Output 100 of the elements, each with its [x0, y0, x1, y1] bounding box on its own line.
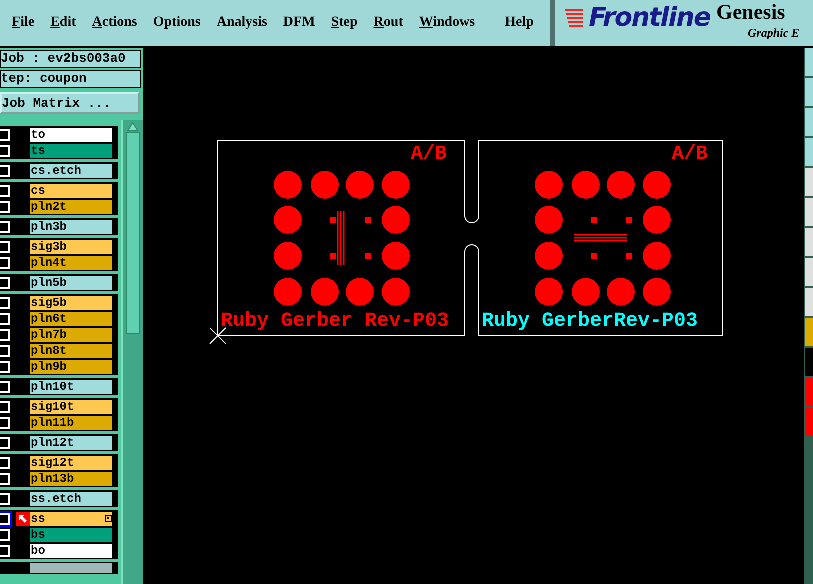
via	[365, 217, 371, 223]
job-matrix-button[interactable]: Job Matrix ...	[0, 92, 140, 114]
step-label: tep: coupon	[0, 70, 141, 88]
board-caption: Ruby Gerber Rev-P03	[221, 311, 450, 333]
layer-name[interactable]: pln4t	[30, 256, 112, 270]
pad	[535, 206, 563, 234]
layer-name[interactable]: bo	[30, 544, 112, 558]
layer-checkbox[interactable]	[0, 164, 10, 176]
layer-checkbox[interactable]	[0, 436, 10, 448]
layer-checkbox[interactable]	[0, 240, 10, 252]
layer-name[interactable]: ss.etch	[30, 492, 112, 506]
layer-checkbox[interactable]	[0, 344, 10, 356]
pad	[382, 206, 410, 234]
layer-checkbox[interactable]	[0, 312, 10, 324]
pad	[572, 171, 600, 199]
pad	[535, 171, 563, 199]
menu-item[interactable]: Actions	[84, 15, 146, 31]
layer-name[interactable]: pln2t	[30, 200, 112, 214]
layer-name[interactable]: to	[30, 128, 112, 142]
layer-name[interactable]: pln6t	[30, 312, 112, 326]
pad	[643, 206, 671, 234]
board-marking: A/B	[411, 144, 448, 166]
layer-checkbox[interactable]	[0, 456, 10, 468]
layer-name[interactable]: pln13b	[30, 472, 112, 486]
pad	[643, 278, 671, 306]
job-label: Job : ev2bs003a0	[0, 50, 141, 68]
pad	[382, 171, 410, 199]
layer-name[interactable]: cs	[30, 184, 112, 198]
layer-checkbox[interactable]	[0, 544, 10, 556]
layer-name[interactable]: pln10t	[30, 380, 112, 394]
layer-name[interactable]: pln8t	[30, 344, 112, 358]
layer-checkbox[interactable]	[0, 400, 10, 412]
layer-checkbox[interactable]	[0, 416, 10, 428]
scrollbar[interactable]	[121, 120, 143, 584]
layer-checkbox[interactable]	[0, 328, 10, 340]
pad	[643, 171, 671, 199]
layer-checkbox[interactable]	[0, 296, 10, 308]
layer-checkbox[interactable]	[0, 220, 10, 232]
layer-name[interactable]: ss	[30, 512, 112, 526]
layer-name[interactable]: cs.etch	[30, 164, 112, 178]
menu-item[interactable]: DFM	[275, 15, 324, 31]
layer-checkbox[interactable]	[0, 512, 10, 524]
pad	[346, 278, 374, 306]
pad	[274, 242, 302, 270]
product-subtitle: Graphic E	[748, 26, 800, 41]
layer-checkbox[interactable]	[0, 528, 10, 540]
pad	[382, 242, 410, 270]
layer-name[interactable]: sig3b	[30, 240, 112, 254]
pad	[572, 278, 600, 306]
pad	[274, 206, 302, 234]
via	[591, 253, 597, 259]
speed-lines-icon	[563, 8, 583, 30]
layer-name[interactable]: ts	[30, 144, 112, 158]
via	[626, 217, 632, 223]
pad	[274, 278, 302, 306]
up-arrow-icon[interactable]	[127, 122, 139, 132]
pad	[274, 171, 302, 199]
layer-name[interactable]: pln7b	[30, 328, 112, 342]
layer-checkbox[interactable]	[0, 380, 10, 392]
menu-item[interactable]: Windows	[411, 15, 484, 31]
menu-item[interactable]: Help	[497, 15, 542, 31]
menu-item[interactable]: Analysis	[208, 15, 276, 31]
layer-checkbox[interactable]	[0, 144, 10, 156]
layer-name[interactable]: bs	[30, 528, 112, 542]
layer-name[interactable]: pln11b	[30, 416, 112, 430]
layer-checkbox[interactable]	[0, 184, 10, 196]
grid-icon	[105, 515, 112, 522]
layer-checkbox[interactable]	[0, 128, 10, 140]
layer-checkbox[interactable]	[0, 276, 10, 288]
layer-checkbox[interactable]	[0, 256, 10, 268]
brand-logo: Frontline	[589, 3, 710, 33]
pad	[311, 171, 339, 199]
menu-item[interactable]: File	[4, 15, 43, 31]
menu-item[interactable]: Options	[145, 15, 209, 31]
layer-checkbox[interactable]	[0, 492, 10, 504]
product-name: Genesis	[716, 0, 786, 25]
layer-checkbox[interactable]	[0, 472, 10, 484]
via	[330, 253, 336, 259]
pad	[535, 278, 563, 306]
menu-item[interactable]: Step	[323, 15, 366, 31]
layer-name[interactable]: pln3b	[30, 220, 112, 234]
board-caption: Ruby GerberRev-P03	[482, 311, 698, 333]
menu-item[interactable]: Rout	[366, 15, 412, 31]
layer-name[interactable]: pln5b	[30, 276, 112, 290]
pad	[607, 278, 635, 306]
layer-checkbox[interactable]	[0, 360, 10, 372]
pad	[643, 242, 671, 270]
layer-name[interactable]: sig12t	[30, 456, 112, 470]
menu-item[interactable]: Edit	[42, 15, 84, 31]
layer-name[interactable]: pln12t	[30, 436, 112, 450]
layer-checkbox[interactable]	[0, 200, 10, 212]
layer-name[interactable]: pln9b	[30, 360, 112, 374]
pad	[535, 242, 563, 270]
pad	[607, 171, 635, 199]
via	[365, 253, 371, 259]
board-marking: A/B	[672, 144, 708, 166]
layer-name[interactable]: sig5b	[30, 296, 112, 310]
via	[626, 253, 632, 259]
layer-name[interactable]: sig10t	[30, 400, 112, 414]
via	[330, 217, 336, 223]
